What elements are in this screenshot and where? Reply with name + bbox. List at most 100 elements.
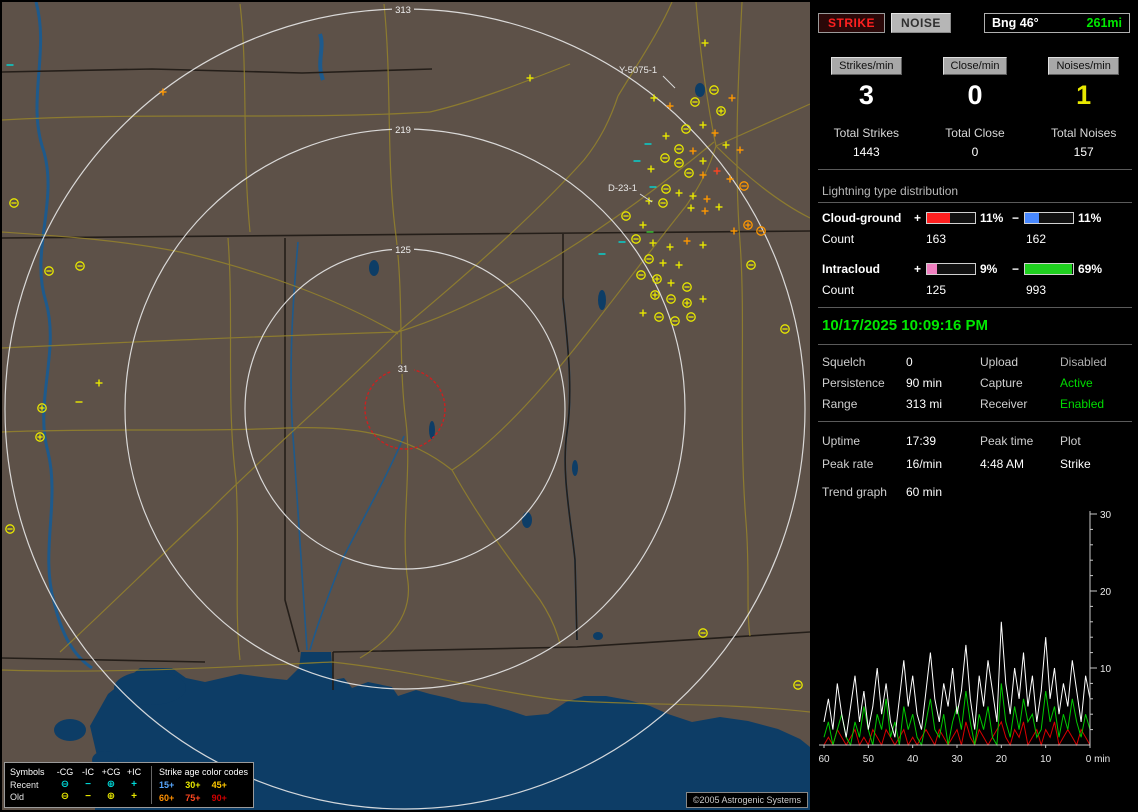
- total-strikes-label: Total Strikes: [833, 126, 899, 140]
- svg-text:313: 313: [395, 5, 411, 16]
- intracloud-counts: Count 125 993: [822, 283, 1138, 297]
- total-strikes-value: 1443: [852, 145, 880, 159]
- copyright-label: ©2005 Astrogenic Systems: [685, 792, 808, 808]
- ic-positive-pct: 9%: [980, 262, 998, 276]
- age-legend: Strike age color codes 15+ 30+ 45+ 60+ 7…: [151, 766, 248, 804]
- distance-value: 261mi: [1086, 16, 1122, 30]
- legend-header: +IC: [126, 767, 142, 777]
- close-per-min-button[interactable]: Close/min: [942, 57, 1008, 75]
- upload-value: Disabled: [1060, 355, 1107, 369]
- cloud-ground-label: Cloud-ground: [822, 211, 902, 225]
- cg-positive-pct: 11%: [980, 211, 1004, 225]
- control-panel: STRIKE NOISE Bng 46° 261mi Strikes/min 3…: [812, 0, 1138, 812]
- svg-text:30: 30: [1100, 510, 1112, 521]
- legend-symbol: ⊕: [106, 778, 116, 790]
- strike-mode-button[interactable]: STRIKE: [818, 13, 886, 33]
- legend-symbol: +: [131, 778, 137, 790]
- svg-text:219: 219: [395, 125, 411, 136]
- totals-section: Total Strikes 1443 Total Close 0 Total N…: [812, 126, 1138, 159]
- uptime-value: 17:39: [906, 434, 937, 448]
- strikes-per-min-value: 3: [858, 80, 874, 110]
- range-label: Range: [822, 397, 858, 411]
- trend-graph-row: Trend graph 60 min: [822, 485, 1138, 499]
- persistence-label: Persistence: [822, 376, 885, 390]
- age-code: 90+: [211, 793, 227, 803]
- total-close-value: 0: [971, 145, 979, 159]
- ic-negative-count: 993: [1026, 283, 1047, 297]
- capture-value: Active: [1060, 376, 1093, 390]
- peak-time-value: 4:48 AM: [980, 457, 1025, 471]
- close-per-min-value: 0: [967, 80, 983, 110]
- legend-symbol: −: [85, 778, 91, 790]
- svg-text:0 min: 0 min: [1086, 754, 1110, 765]
- total-noises-value: 157: [1073, 145, 1094, 159]
- legend-header: Symbols: [10, 767, 45, 777]
- total-noises-label: Total Noises: [1050, 126, 1117, 140]
- cg-negative-pct: 11%: [1078, 211, 1102, 225]
- minus-sign: −: [1012, 262, 1020, 276]
- mode-toolbar: STRIKE NOISE Bng 46° 261mi: [812, 0, 1138, 33]
- legend-header: -CG: [56, 767, 74, 777]
- rate-section: Strikes/min 3 Close/min 0 Noises/min 1: [812, 57, 1138, 111]
- svg-text:Y-5075-1: Y-5075-1: [619, 65, 657, 76]
- svg-text:31: 31: [398, 364, 409, 375]
- legend-header: +CG: [101, 767, 121, 777]
- svg-text:10: 10: [1100, 664, 1112, 675]
- ic-positive-bar: [926, 263, 976, 275]
- legend-symbol: ⊖: [60, 778, 70, 790]
- upload-label: Upload: [980, 355, 1019, 369]
- intracloud-row: Intracloud + 9% − 69%: [822, 262, 1138, 276]
- svg-text:20: 20: [996, 754, 1008, 765]
- bearing-value: Bng 46°: [992, 16, 1039, 30]
- count-label: Count: [822, 283, 855, 297]
- svg-text:50: 50: [863, 754, 875, 765]
- plot-label: Plot: [1060, 434, 1081, 448]
- trend-graph-value: 60 min: [906, 485, 943, 499]
- cg-positive-count: 163: [926, 232, 947, 246]
- close-per-min: Close/min 0: [921, 57, 1030, 111]
- noises-per-min: Noises/min 1: [1029, 57, 1138, 111]
- legend-symbol: ⊖: [60, 791, 70, 803]
- noises-per-min-button[interactable]: Noises/min: [1048, 57, 1119, 75]
- datetime-display: 10/17/2025 10:09:16 PM: [822, 317, 988, 334]
- bearing-readout: Bng 46° 261mi: [984, 13, 1130, 33]
- total-close-label: Total Close: [945, 126, 1005, 140]
- range-value: 313 mi: [906, 397, 943, 411]
- persistence-value: 90 min: [906, 376, 943, 390]
- total-close: Total Close 0: [921, 126, 1030, 159]
- peak-time-label: Peak time: [980, 434, 1034, 448]
- map-canvas[interactable]: 313 219 125 31 Y-5075-1 D-23-1: [2, 2, 810, 810]
- ic-positive-count: 125: [926, 283, 947, 297]
- total-noises: Total Noises 157: [1029, 126, 1138, 159]
- capture-label: Capture: [980, 376, 1023, 390]
- svg-text:10: 10: [1040, 754, 1052, 765]
- squelch-value: 0: [906, 355, 913, 369]
- receiver-label: Receiver: [980, 397, 1028, 411]
- divider: [818, 169, 1132, 170]
- divider: [818, 307, 1132, 308]
- svg-text:40: 40: [907, 754, 919, 765]
- trend-graph-label: Trend graph: [822, 485, 887, 499]
- age-code: 30+: [185, 780, 201, 790]
- legend-row-label: Recent: [10, 779, 39, 790]
- cloud-ground-counts: Count 163 162: [822, 232, 1138, 246]
- cg-negative-bar: [1024, 212, 1074, 224]
- cg-positive-bar: [926, 212, 976, 224]
- cg-negative-count: 162: [1026, 232, 1047, 246]
- divider: [818, 344, 1132, 345]
- lightning-map[interactable]: 313 219 125 31 Y-5075-1 D-23-1 Symbols -CG -…: [2, 2, 810, 810]
- svg-text:30: 30: [951, 754, 963, 765]
- trend-graph: 10 20 30 60 50 40 30 20 10 0 min: [818, 510, 1112, 765]
- intracloud-label: Intracloud: [822, 262, 881, 276]
- total-strikes: Total Strikes 1443: [812, 126, 921, 159]
- app-window: 313 219 125 31 Y-5075-1 D-23-1 Symbols -CG -…: [0, 0, 1138, 812]
- map-legend: Symbols -CG -IC +CG +IC Recent ⊖ − ⊕ + O…: [4, 762, 255, 808]
- noise-mode-button[interactable]: NOISE: [891, 13, 951, 33]
- age-legend-title: Strike age color codes: [159, 767, 249, 777]
- peak-rate-value: 16/min: [906, 457, 943, 471]
- noises-per-min-value: 1: [1076, 80, 1092, 110]
- age-code: 45+: [211, 780, 227, 790]
- ic-negative-bar: [1024, 263, 1074, 275]
- symbol-legend: Symbols -CG -IC +CG +IC Recent ⊖ − ⊕ + O…: [10, 766, 144, 804]
- strikes-per-min-button[interactable]: Strikes/min: [831, 57, 902, 75]
